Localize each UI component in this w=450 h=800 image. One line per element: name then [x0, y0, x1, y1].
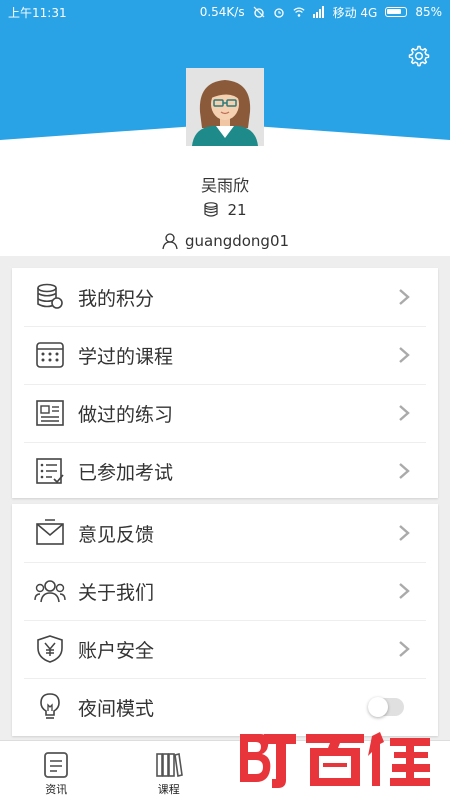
- baijia-watermark-logo: [240, 732, 430, 788]
- checklist-icon: [34, 455, 66, 487]
- coins-icon: [34, 281, 66, 313]
- battery-icon: [385, 7, 408, 17]
- menu-item-exams[interactable]: 已参加考试: [12, 442, 438, 500]
- alarm-icon: [273, 8, 284, 18]
- tab-courses[interactable]: 课程: [113, 741, 226, 800]
- menu-item-about-us[interactable]: 关于我们: [12, 562, 438, 620]
- menu-item-label: 关于我们: [78, 581, 155, 604]
- envelope-icon: [34, 517, 66, 549]
- chevron-right-icon: [399, 289, 410, 305]
- menu-item-label: 学过的课程: [78, 345, 174, 368]
- account-row: guangdong01: [0, 232, 450, 250]
- menu-group-settings: 意见反馈 关于我们 账户安全 夜间模式: [12, 504, 438, 736]
- wifi-icon: [293, 7, 305, 17]
- menu-item-courses[interactable]: 学过的课程: [12, 326, 438, 384]
- points-value: 21: [227, 201, 247, 219]
- account-name: guangdong01: [184, 232, 290, 250]
- people-icon: [34, 575, 66, 607]
- tab-label: 资讯: [45, 783, 68, 796]
- alarm-off-icon: [253, 6, 265, 18]
- shield-yen-icon: [34, 633, 66, 665]
- carrier: 移动 4G: [332, 5, 378, 20]
- status-bar: 上午11:31 0.54K/s 移动 4G 85%: [0, 0, 450, 24]
- network-speed: 0.54K/s: [199, 5, 245, 19]
- chevron-right-icon: [399, 583, 410, 599]
- settings-gear-icon[interactable]: [406, 44, 430, 68]
- menu-item-label: 做过的练习: [78, 403, 174, 426]
- menu-item-label: 意见反馈: [78, 523, 155, 546]
- menu-item-my-points[interactable]: 我的积分: [12, 268, 438, 326]
- points-row: 21: [0, 201, 450, 219]
- books-icon: [155, 753, 183, 777]
- profile-header: 吴雨欣 21 guangdong01: [0, 24, 450, 256]
- battery-level: 85%: [415, 5, 442, 19]
- menu-group-learning: 我的积分 学过的课程 做过的练习 已参加考试: [12, 268, 438, 498]
- menu-item-label: 已参加考试: [78, 461, 174, 484]
- status-time: 上午11:31: [8, 5, 67, 20]
- document-icon: [34, 397, 66, 429]
- news-icon: [44, 752, 69, 778]
- menu-item-feedback[interactable]: 意见反馈: [12, 504, 438, 562]
- menu-item-label: 夜间模式: [78, 697, 155, 720]
- user-name: 吴雨欣: [200, 176, 249, 195]
- night-mode-toggle[interactable]: [368, 697, 404, 717]
- calendar-icon: [34, 339, 66, 371]
- menu-item-account-security[interactable]: 账户安全: [12, 620, 438, 678]
- menu-item-label: 我的积分: [78, 287, 155, 310]
- signal-icon: [312, 6, 324, 18]
- tab-news[interactable]: 资讯: [0, 741, 113, 800]
- avatar[interactable]: [186, 68, 264, 146]
- chevron-right-icon: [399, 347, 410, 363]
- tab-label: 课程: [157, 783, 180, 796]
- chevron-right-icon: [399, 641, 410, 657]
- menu-item-label: 账户安全: [78, 639, 155, 662]
- lightbulb-icon: [34, 691, 66, 723]
- person-icon: [162, 233, 178, 250]
- chevron-right-icon: [399, 405, 410, 421]
- chevron-right-icon: [399, 463, 410, 479]
- avatar-illustration: [186, 68, 264, 146]
- chevron-right-icon: [399, 525, 410, 541]
- menu-item-exercises[interactable]: 做过的练习: [12, 384, 438, 442]
- coins-icon: [204, 202, 219, 217]
